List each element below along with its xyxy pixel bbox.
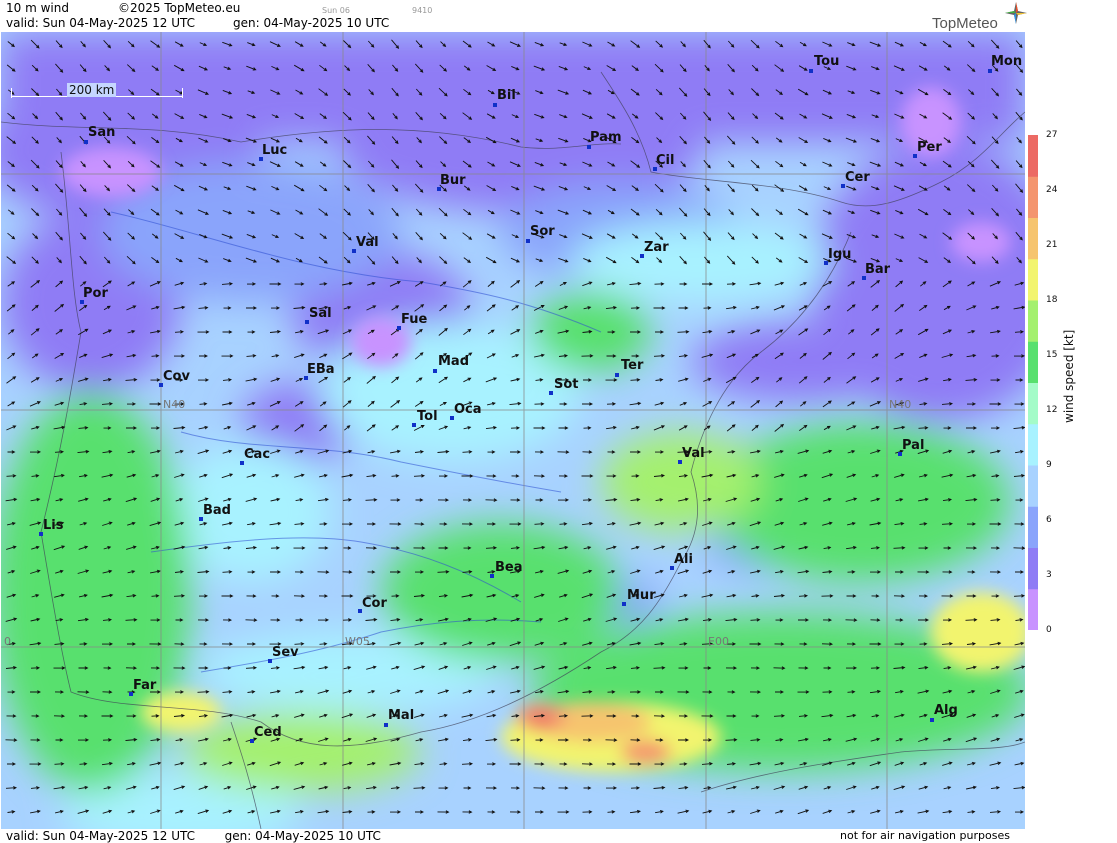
city-label-eba[interactable]: EBa [307, 363, 335, 377]
city-label-val-east[interactable]: Val [682, 447, 705, 461]
colorbar-segment [1028, 588, 1038, 630]
colorbar-segment [1028, 341, 1038, 383]
colorbar-segment [1028, 217, 1038, 260]
city-label-oca[interactable]: Oca [454, 403, 482, 417]
city-label-por[interactable]: Por [83, 287, 108, 301]
city-label-sal[interactable]: Sal [309, 307, 332, 321]
colorbar-segment [1028, 176, 1038, 218]
colorbar-tick-label: 21 [1046, 240, 1058, 250]
wind-field [1, 32, 1025, 829]
city-label-cil[interactable]: Cil [656, 154, 674, 168]
valid-time: valid: Sun 04-May-2025 12 UTC [6, 16, 195, 30]
city-label-bad[interactable]: Bad [203, 504, 231, 518]
grid-label-w10: 0 [4, 635, 11, 648]
colorbar-tick-label: 3 [1046, 570, 1052, 580]
compass-star-icon [1005, 2, 1027, 24]
city-label-tol[interactable]: Tol [417, 410, 438, 424]
city-label-per[interactable]: Per [917, 141, 942, 155]
colorbar-segment [1028, 382, 1038, 425]
colorbar-segment [1028, 465, 1038, 507]
city-label-alg[interactable]: Alg [934, 704, 958, 718]
wind-speed-colorbar [1028, 135, 1038, 630]
city-label-mur[interactable]: Mur [627, 589, 656, 603]
colorbar-segment [1028, 423, 1038, 466]
city-label-far[interactable]: Far [133, 679, 156, 693]
colorbar-segment [1028, 135, 1038, 177]
colorbar-tick-label: 27 [1046, 130, 1058, 140]
wind-map[interactable]: 200 km N40 N40 W05 E00 0 San Luc Bil Pam… [1, 32, 1025, 829]
city-label-zar[interactable]: Zar [644, 241, 669, 255]
colorbar-segment [1028, 258, 1038, 301]
colorbar-tick-label: 6 [1046, 515, 1052, 525]
city-label-luc[interactable]: Luc [262, 144, 287, 158]
scale-bar-label: 200 km [67, 83, 117, 97]
city-label-sor[interactable]: Sor [530, 225, 555, 239]
city-label-tou[interactable]: Tou [814, 55, 839, 69]
colorbar-tick-label: 15 [1046, 350, 1058, 360]
city-label-lis[interactable]: Lis [43, 519, 63, 533]
colorbar-tick-label: 0 [1046, 625, 1052, 635]
footer-valid: valid: Sun 04-May-2025 12 UTC [6, 829, 195, 843]
city-label-ter[interactable]: Ter [621, 359, 643, 373]
colorbar-tick-label: 12 [1046, 405, 1058, 415]
colorbar-title: wind speed [kt] [1062, 329, 1076, 423]
footer-times: valid: Sun 04-May-2025 12 UTC gen: 04-Ma… [6, 829, 381, 843]
city-label-cer[interactable]: Cer [845, 171, 870, 185]
colorbar-tick-label: 18 [1046, 295, 1058, 305]
city-label-sev[interactable]: Sev [272, 646, 299, 660]
scale-bar: 200 km [11, 83, 183, 100]
city-label-ali[interactable]: Ali [674, 553, 693, 567]
city-label-pam[interactable]: Pam [590, 131, 622, 145]
grid-label-n40-west: N40 [163, 398, 186, 411]
footer-note: not for air navigation purposes [840, 829, 1010, 842]
city-label-mad[interactable]: Mad [438, 355, 469, 369]
city-label-bea[interactable]: Bea [495, 561, 523, 575]
city-label-bil[interactable]: Bil [497, 89, 516, 103]
city-label-bar[interactable]: Bar [865, 263, 890, 277]
city-label-ced[interactable]: Ced [254, 726, 282, 740]
copyright: ©2025 TopMeteo.eu [118, 1, 241, 15]
city-label-fue[interactable]: Fue [401, 313, 427, 327]
city-label-sot[interactable]: Sot [554, 378, 579, 392]
colorbar-segment [1028, 506, 1038, 548]
grid-label-w05: W05 [345, 635, 370, 648]
generated-time: gen: 04-May-2025 10 UTC [233, 16, 390, 30]
grid-label-n40-east: N40 [889, 398, 912, 411]
city-label-mal[interactable]: Mal [388, 709, 414, 723]
city-label-pal[interactable]: Pal [902, 439, 924, 453]
product-code: 9410 [412, 6, 433, 15]
topmeteo-logo[interactable]: TopMeteo [932, 15, 998, 32]
footer-generated: gen: 04-May-2025 10 UTC [224, 829, 381, 843]
city-label-cac[interactable]: Cac [244, 448, 270, 462]
colorbar-tick-label: 24 [1046, 185, 1058, 195]
city-label-cov[interactable]: Cov [163, 370, 190, 384]
city-label-val-north[interactable]: Val [356, 236, 379, 250]
product-title: 10 m wind [6, 1, 69, 15]
grid-label-e00: E00 [708, 635, 729, 648]
colorbar-segment [1028, 547, 1038, 590]
city-label-san[interactable]: San [88, 126, 115, 140]
colorbar-tick-label: 9 [1046, 460, 1052, 470]
city-label-igu[interactable]: Igu [828, 248, 851, 262]
city-label-bur[interactable]: Bur [440, 174, 466, 188]
city-label-cor[interactable]: Cor [362, 597, 387, 611]
city-label-mon[interactable]: Mon [991, 55, 1022, 69]
colorbar-segment [1028, 300, 1038, 342]
